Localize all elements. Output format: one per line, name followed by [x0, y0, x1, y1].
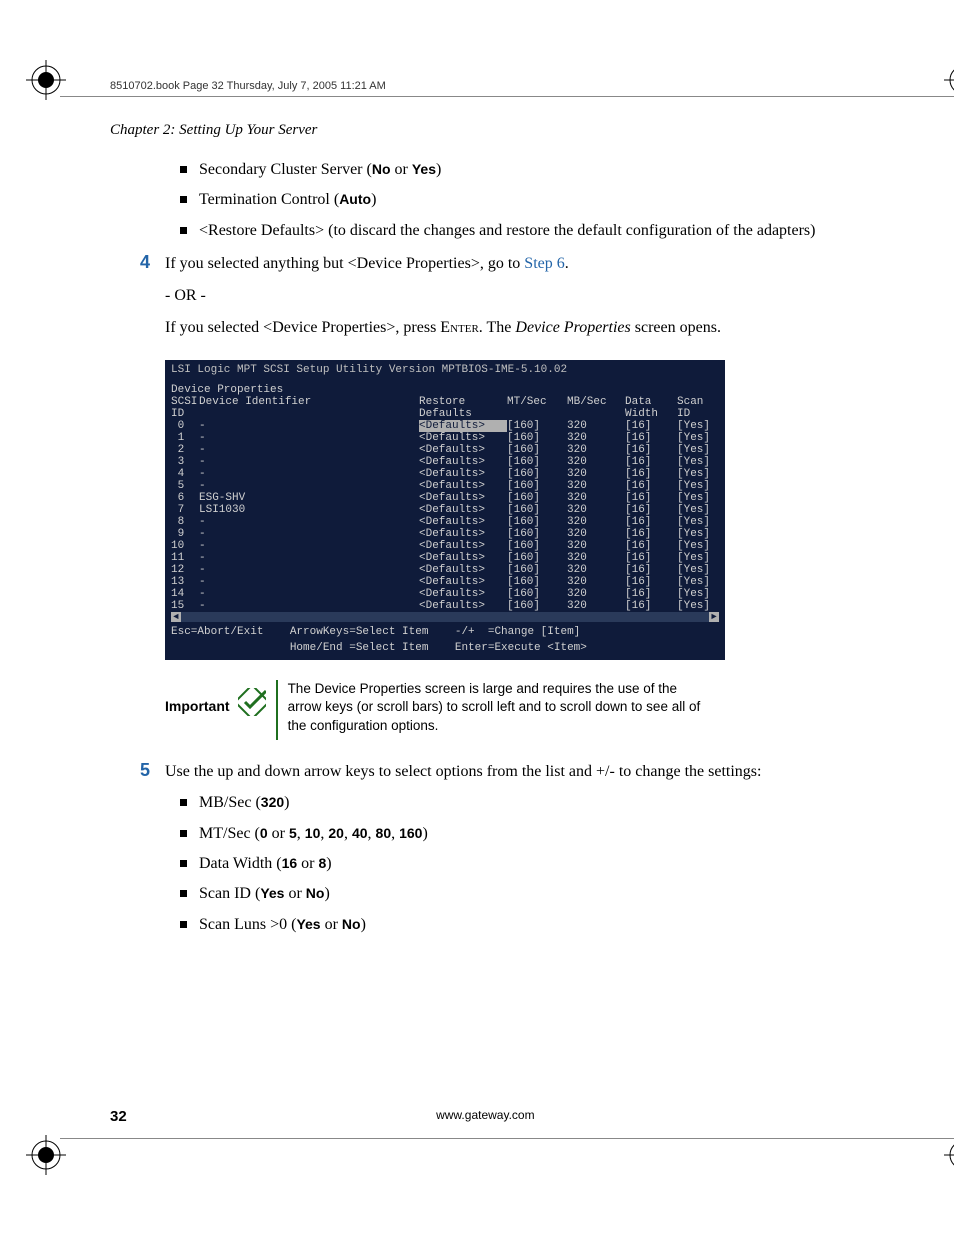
screenshot-footer: Esc=Abort/Exit ArrowKeys=Select Item -/+… [171, 626, 719, 638]
step-5-bullets: MB/Sec (320) MT/Sec (0 or 5, 10, 20, 40, … [180, 792, 844, 936]
page-header: 8510702.book Page 32 Thursday, July 7, 2… [110, 80, 844, 92]
important-callout: Important The Device Properties screen i… [165, 680, 844, 740]
page-footer: 32 www.gateway.com [110, 1108, 844, 1125]
crop-mark-icon [944, 60, 954, 100]
important-text: The Device Properties screen is large an… [288, 680, 708, 735]
page-number: 32 [110, 1108, 127, 1125]
table-row[interactable]: 12-<Defaults>[160]320[16][Yes] [171, 564, 719, 576]
bullet-icon [180, 860, 187, 867]
scroll-right-icon[interactable]: ► [709, 612, 719, 622]
bullet-icon [180, 921, 187, 928]
horizontal-scrollbar[interactable]: ◄ ► [171, 612, 719, 622]
table-row[interactable]: 2-<Defaults>[160]320[16][Yes] [171, 444, 719, 456]
table-row[interactable]: 1-<Defaults>[160]320[16][Yes] [171, 432, 719, 444]
bullet-icon [180, 890, 187, 897]
table-row[interactable]: 9-<Defaults>[160]320[16][Yes] [171, 528, 719, 540]
bullet-icon [180, 166, 187, 173]
bullet-item: <Restore Defaults> (to discard the chang… [180, 220, 844, 242]
divider [276, 680, 278, 740]
scroll-left-icon[interactable]: ◄ [171, 612, 181, 622]
footer-url: www.gateway.com [127, 1108, 844, 1125]
crop-mark-icon [26, 60, 66, 100]
bullet-item: Data Width (16 or 8) [180, 853, 844, 875]
bullet-item: MT/Sec (0 or 5, 10, 20, 40, 80, 160) [180, 823, 844, 845]
screenshot-footer: Home/End =Select Item Enter=Execute <Ite… [171, 642, 719, 654]
screenshot-subtitle: Device Properties [171, 384, 719, 396]
bullet-item: Termination Control (Auto) [180, 189, 844, 211]
step-5: 5 Use the up and down arrow keys to sele… [140, 760, 844, 784]
step-or: - OR - [165, 284, 844, 308]
important-label: Important [165, 680, 230, 714]
bullet-item: Scan Luns >0 (Yes or No) [180, 914, 844, 936]
checkmark-icon [238, 688, 266, 716]
table-row[interactable]: 4-<Defaults>[160]320[16][Yes] [171, 468, 719, 480]
step-4-alt: If you selected <Device Properties>, pre… [165, 316, 844, 340]
table-row[interactable]: 6ESG-SHV<Defaults>[160]320[16][Yes] [171, 492, 719, 504]
step-number: 4 [140, 252, 165, 276]
table-row[interactable]: 3-<Defaults>[160]320[16][Yes] [171, 456, 719, 468]
step-number: 5 [140, 760, 165, 784]
table-row[interactable]: 14-<Defaults>[160]320[16][Yes] [171, 588, 719, 600]
step-4: 4 If you selected anything but <Device P… [140, 252, 844, 276]
bullet-icon [180, 196, 187, 203]
table-row[interactable]: 5-<Defaults>[160]320[16][Yes] [171, 480, 719, 492]
pre-bullet-list: Secondary Cluster Server (No or Yes) Ter… [180, 159, 844, 242]
table-row[interactable]: 7LSI1030<Defaults>[160]320[16][Yes] [171, 504, 719, 516]
chapter-title: Chapter 2: Setting Up Your Server [110, 122, 844, 139]
table-row[interactable]: 11-<Defaults>[160]320[16][Yes] [171, 552, 719, 564]
bullet-item: MB/Sec (320) [180, 792, 844, 814]
crop-rule-bottom [60, 1138, 954, 1139]
enter-key: Enter [440, 319, 479, 336]
crop-mark-icon [26, 1135, 66, 1175]
bullet-icon [180, 227, 187, 234]
table-row[interactable]: 13-<Defaults>[160]320[16][Yes] [171, 576, 719, 588]
table-row[interactable]: 15-<Defaults>[160]320[16][Yes] [171, 600, 719, 612]
bullet-item: Scan ID (Yes or No) [180, 883, 844, 905]
screenshot-title: LSI Logic MPT SCSI Setup Utility Version… [171, 364, 719, 376]
table-row[interactable]: 8-<Defaults>[160]320[16][Yes] [171, 516, 719, 528]
bullet-item: Secondary Cluster Server (No or Yes) [180, 159, 844, 181]
table-header-row: IDDefaultsWidthID [171, 408, 719, 420]
crop-rule-top [60, 96, 954, 97]
table-header-row: SCSIDevice IdentifierRestoreMT/SecMB/Sec… [171, 396, 719, 408]
table-row[interactable]: 0-<Defaults>[160]320[16][Yes] [171, 420, 719, 432]
device-properties-screenshot: LSI Logic MPT SCSI Setup Utility Version… [165, 360, 725, 660]
link-step-6[interactable]: Step 6 [524, 255, 564, 272]
bullet-icon [180, 830, 187, 837]
bullet-icon [180, 799, 187, 806]
crop-mark-icon [944, 1135, 954, 1175]
table-row[interactable]: 10-<Defaults>[160]320[16][Yes] [171, 540, 719, 552]
